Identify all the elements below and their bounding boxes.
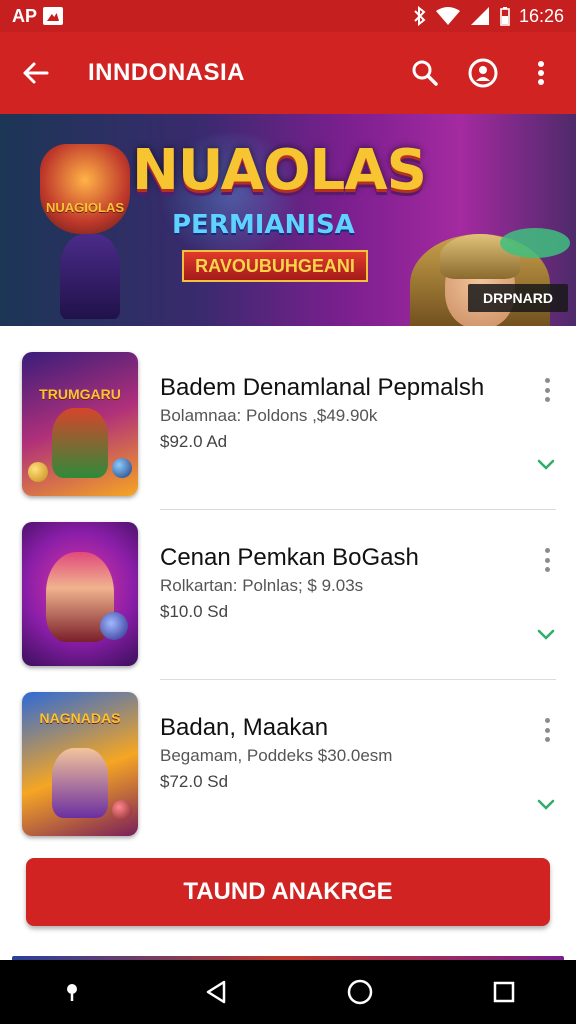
- game-subtitle: Rolkartan: Polnlas; $ 9.03s: [160, 576, 364, 595]
- thumbnail-title: NAGNADAS: [39, 710, 121, 726]
- search-button[interactable]: [400, 48, 450, 98]
- banner-dragon-character: [40, 144, 130, 234]
- bluetooth-icon: [414, 6, 426, 26]
- status-left: AP: [12, 5, 64, 27]
- thumbnail-character: [52, 408, 108, 478]
- game-subtitle: Bolamnaa: Poldons ,$49.90k: [160, 406, 378, 425]
- game-price: $10.0 Sd: [160, 602, 229, 621]
- coin-icon: [112, 458, 132, 478]
- recents-square-icon: [493, 981, 515, 1003]
- back-button[interactable]: [0, 32, 70, 114]
- game-subtitle: Begamam, Poddeks $30.0esm: [160, 746, 393, 765]
- profile-button[interactable]: [458, 48, 508, 98]
- coin-icon: [28, 462, 48, 482]
- app-bar-actions: [400, 48, 576, 98]
- nav-back-button[interactable]: [186, 962, 246, 1022]
- primary-action-button[interactable]: TAUND ANAKRGE: [26, 858, 550, 926]
- coin-icon: [112, 800, 132, 820]
- game-name: Badem Denamlanal Pepmalsh: [160, 374, 485, 401]
- chevron-down-icon[interactable]: [536, 798, 556, 812]
- banner-hooded-character: [60, 234, 120, 319]
- banner-badge: DRPNARD: [468, 284, 568, 312]
- promo-banner[interactable]: NUAGIOLAS NUAOLAS PERMIANISA RAVOUBUHGEA…: [0, 114, 576, 326]
- more-vertical-icon: [538, 61, 544, 85]
- orb-icon: [100, 612, 128, 640]
- battery-icon: [500, 7, 510, 26]
- location-pin-icon: [67, 984, 77, 1001]
- banner-title: NUAOLAS: [132, 138, 427, 203]
- thumbnail-title: TRUMGARU: [39, 386, 121, 402]
- nav-home-button[interactable]: [330, 962, 390, 1022]
- list-item[interactable]: Cenan Pemkan BoGash Rolkartan: Polnlas; …: [0, 510, 576, 680]
- nav-recents-button[interactable]: [474, 962, 534, 1022]
- page-title: INNDONASIA: [88, 59, 246, 86]
- home-circle-icon: [347, 979, 373, 1005]
- gallery-notification-icon: [43, 7, 64, 25]
- app-bar: INNDONASIA: [0, 32, 576, 114]
- game-name: Badan, Maakan: [160, 714, 329, 741]
- banner-decoration: [500, 228, 570, 258]
- item-more-button[interactable]: [538, 378, 556, 402]
- game-name: Cenan Pemkan BoGash: [160, 544, 419, 571]
- chevron-down-icon[interactable]: [536, 458, 556, 472]
- system-nav-bar: [0, 960, 576, 1024]
- back-triangle-icon: [206, 980, 226, 1004]
- clock: 16:26: [518, 5, 564, 26]
- banner-emblem: NUAGIOLAS: [46, 200, 124, 215]
- assist-button[interactable]: [42, 962, 102, 1022]
- item-more-button[interactable]: [538, 548, 556, 572]
- game-thumbnail: [22, 522, 138, 666]
- game-price: $72.0 Sd: [160, 772, 229, 791]
- status-right: 16:26: [413, 6, 564, 27]
- game-thumbnail: NAGNADAS: [22, 692, 138, 836]
- game-thumbnail: TRUMGARU: [22, 352, 138, 496]
- overflow-menu-button[interactable]: [516, 48, 566, 98]
- wifi-icon: [435, 7, 460, 25]
- item-more-button[interactable]: [538, 718, 556, 742]
- thumbnail-character: [52, 748, 108, 818]
- status-bar: AP 16:26: [0, 0, 576, 32]
- search-icon: [412, 60, 438, 86]
- profile-icon: [468, 58, 498, 88]
- banner-ribbon: RAVOUBUHGEANI: [182, 250, 368, 282]
- list-item[interactable]: TRUMGARU Badem Denamlanal Pepmalsh Bolam…: [0, 340, 576, 510]
- banner-subtitle: PERMIANISA: [172, 210, 355, 240]
- carrier-label: AP: [12, 5, 38, 26]
- back-arrow-icon: [23, 62, 49, 84]
- chevron-down-icon[interactable]: [536, 628, 556, 642]
- signal-icon: [470, 7, 489, 25]
- game-list: TRUMGARU Badem Denamlanal Pepmalsh Bolam…: [0, 340, 576, 850]
- game-price: $92.0 Ad: [160, 432, 228, 451]
- list-item[interactable]: NAGNADAS Badan, Maakan Begamam, Poddeks …: [0, 680, 576, 850]
